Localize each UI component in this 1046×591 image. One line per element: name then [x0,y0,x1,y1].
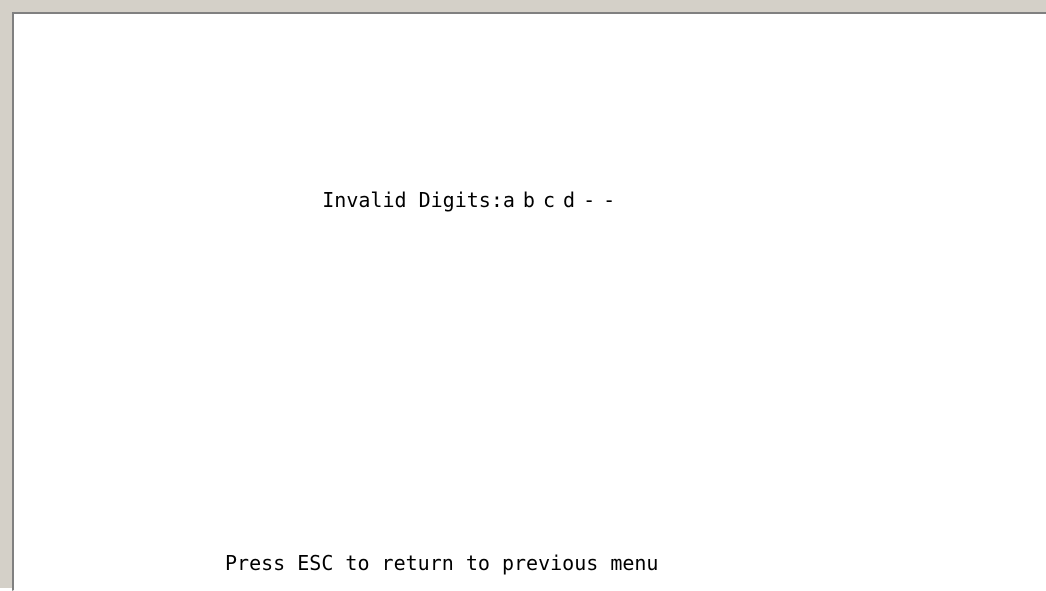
console-window: Invalid Digits:a b c d - - Press ESC to retur… [0,0,1046,591]
invalid-digit-4: d [563,188,576,212]
invalid-digits-row: Invalid Digits:a b c d - - [250,167,623,233]
invalid-digit-5: - [583,188,596,212]
invalid-digit-6: - [603,188,616,212]
invalid-digit-2: b [522,188,535,212]
invalid-digit-3: c [542,188,556,212]
esc-instruction: Press ESC to return to previous menu [225,551,659,575]
invalid-digits-label: Invalid Digits: [322,188,503,212]
invalid-digit-1: a [502,188,515,212]
terminal-screen: Invalid Digits:a b c d - - Press ESC to retur… [12,12,1046,591]
